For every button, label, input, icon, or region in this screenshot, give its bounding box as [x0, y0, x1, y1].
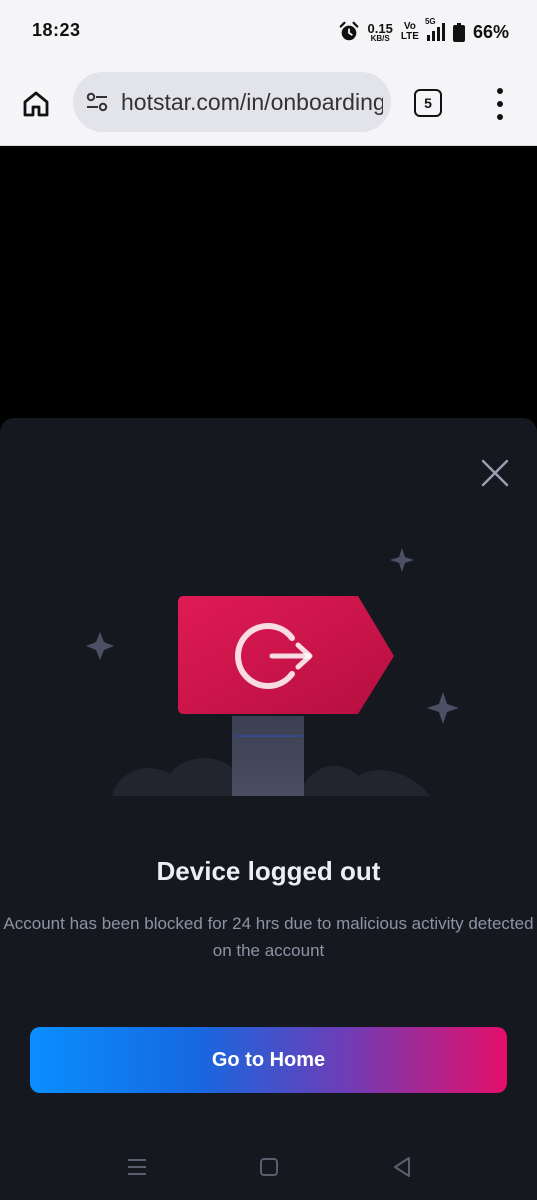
go-to-home-button[interactable]: Go to Home	[30, 1027, 507, 1093]
home-button[interactable]	[18, 86, 54, 122]
tune-icon[interactable]	[85, 90, 109, 114]
logout-illustration	[86, 548, 459, 796]
recents-icon[interactable]	[127, 1157, 147, 1177]
close-icon[interactable]	[478, 456, 512, 490]
status-icons: 0.15 KB/S Vo LTE 5G 66%	[338, 17, 509, 46]
back-icon[interactable]	[392, 1156, 412, 1178]
battery-icon	[452, 22, 465, 42]
volte-indicator: Vo LTE	[401, 22, 419, 42]
cloud-base	[112, 757, 240, 796]
more-vert-icon[interactable]	[490, 88, 510, 120]
network-speed: 0.15 KB/S	[368, 22, 393, 43]
status-bar: 18:23 0.15 KB/S Vo LTE 5G 66%	[0, 0, 537, 64]
nav-home-icon[interactable]	[259, 1157, 279, 1177]
alarm-icon	[339, 21, 358, 41]
sparkle-bottom-right	[427, 692, 459, 724]
volte-bottom: LTE	[400, 31, 419, 42]
network-type: 5G	[424, 17, 436, 26]
system-nav-bar	[0, 1133, 537, 1200]
tabs-button[interactable]: 5	[414, 89, 442, 117]
dialog-title: Device logged out	[156, 856, 381, 886]
signal-icon: 5G	[425, 17, 445, 41]
status-time: 18:23	[32, 20, 81, 40]
sign-post	[232, 716, 304, 796]
browser-toolbar: hotstar.com/in/onboarding 5	[0, 64, 537, 146]
dialog-message: Account has been blocked for 24 hrs due …	[3, 914, 534, 960]
url-text[interactable]: hotstar.com/in/onboarding	[121, 89, 383, 116]
network-speed-unit: KB/S	[370, 33, 390, 43]
address-bar[interactable]: hotstar.com/in/onboarding	[73, 72, 391, 132]
tab-count: 5	[424, 95, 432, 111]
battery-percent: 66%	[472, 21, 509, 42]
sparkle-left	[86, 632, 114, 660]
sparkle-top-right	[390, 548, 414, 572]
network-speed-value: 0.15	[367, 20, 393, 36]
home-icon	[23, 91, 49, 117]
